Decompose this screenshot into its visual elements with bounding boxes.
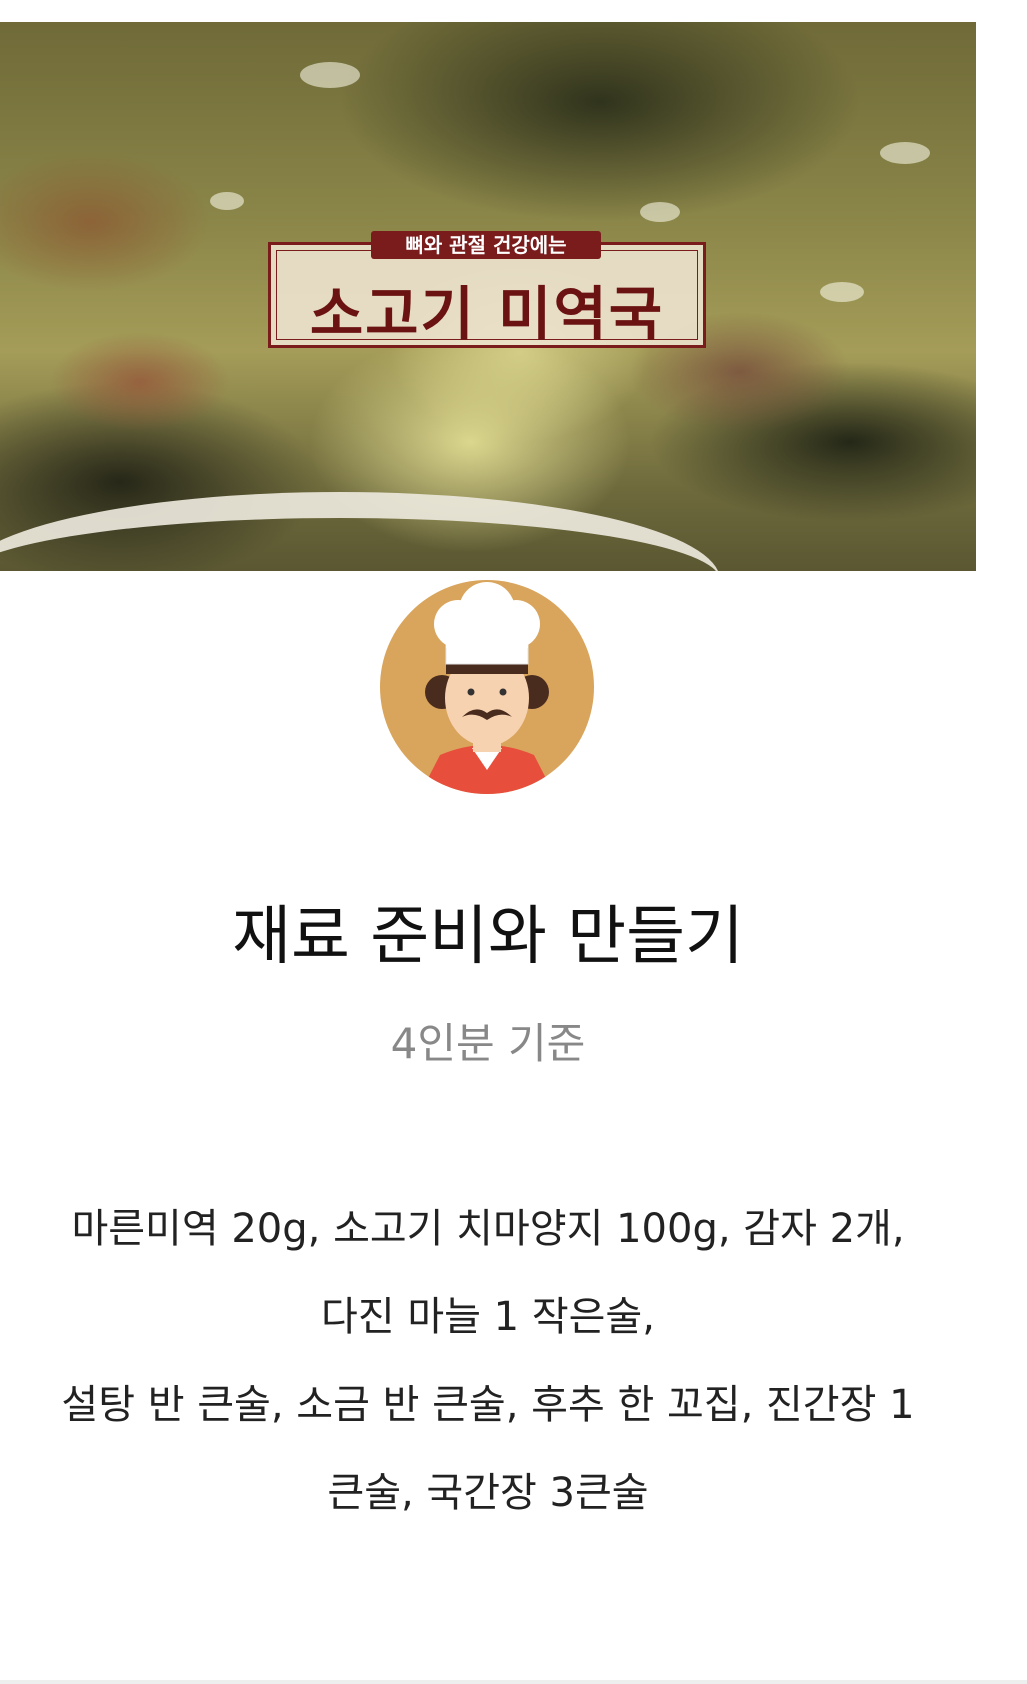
- soup-bubble: [820, 282, 864, 302]
- bowl-rim: [0, 492, 720, 571]
- hero-image: 뼈와 관절 건강에는 소고기 미역국: [0, 22, 976, 571]
- ingredients-line: 다진 마늘 1 작은술,: [321, 1294, 655, 1340]
- chef-icon: [420, 582, 554, 794]
- chef-avatar: [380, 580, 594, 794]
- badge-subtitle: 뼈와 관절 건강에는: [371, 231, 601, 259]
- soup-bubble: [640, 202, 680, 222]
- soup-bubble: [880, 142, 930, 164]
- section-heading: 재료 준비와 만들기: [232, 900, 744, 974]
- soup-bubble: [210, 192, 244, 210]
- bottom-divider: [0, 1680, 1027, 1684]
- soup-bubble: [300, 62, 360, 88]
- servings-label: 4인분 기준: [390, 1019, 586, 1068]
- ingredients-line: 마른미역 20g, 소고기 치마양지 100g, 감자 2개,: [71, 1206, 905, 1252]
- ingredients-list: 마른미역 20g, 소고기 치마양지 100g, 감자 2개, 다진 마늘 1 …: [0, 1185, 976, 1537]
- ingredients-line: 큰술, 국간장 3큰술: [327, 1470, 649, 1516]
- badge-title: 소고기 미역국: [309, 280, 665, 348]
- recipe-title-badge: 뼈와 관절 건강에는 소고기 미역국: [268, 231, 706, 348]
- ingredients-line: 설탕 반 큰술, 소금 반 큰술, 후추 한 꼬집, 진간장 1: [61, 1382, 915, 1428]
